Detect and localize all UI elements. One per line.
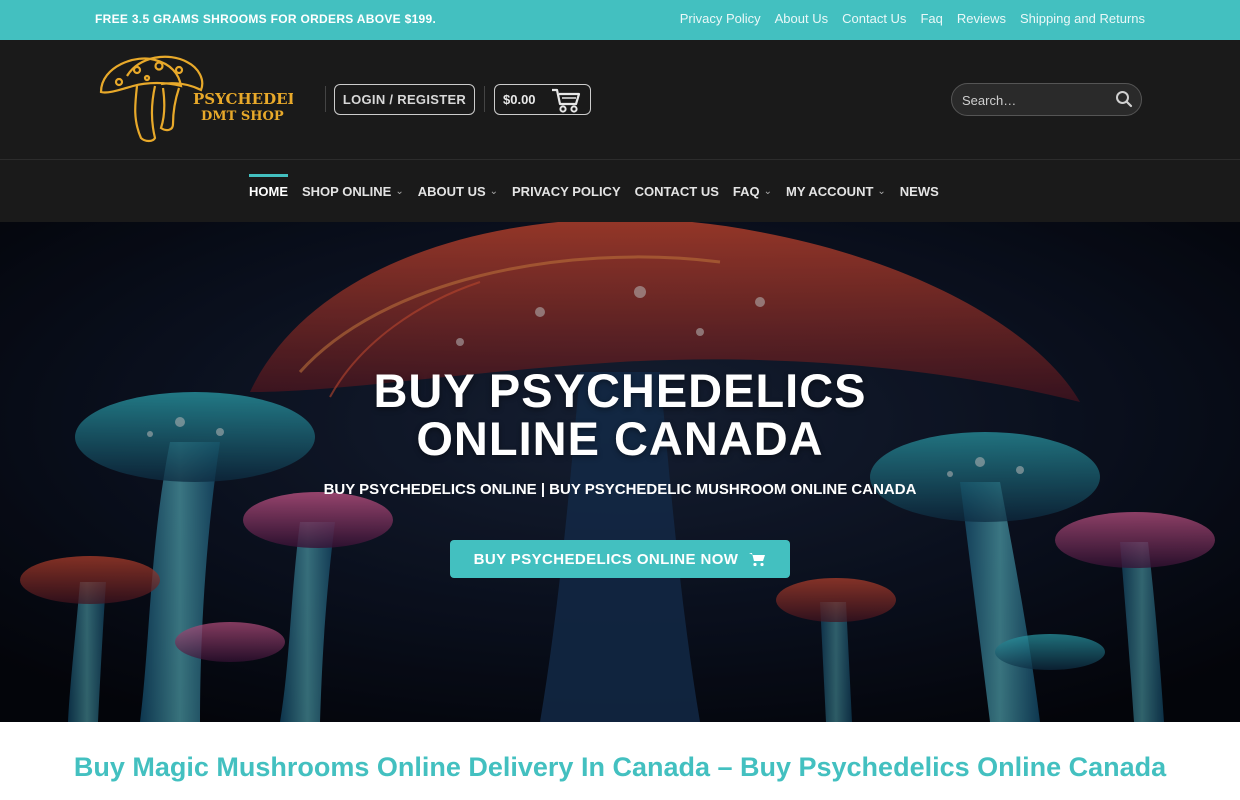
login-register-button[interactable]: LOGIN / REGISTER (334, 84, 475, 115)
hero-title: BUY PSYCHEDELICS ONLINE CANADA (0, 367, 1240, 463)
nav-item-label: ABOUT US (417, 184, 486, 199)
top-link-faq[interactable]: Faq (920, 11, 942, 26)
cart-icon (552, 88, 581, 113)
nav-item-label: FAQ (732, 184, 760, 199)
logo-text-line1: PSYCHEDELIC (193, 90, 293, 108)
top-link-about-us[interactable]: About Us (775, 11, 828, 26)
top-link-shipping-returns[interactable]: Shipping and Returns (1020, 11, 1145, 26)
nav-item-news[interactable]: NEWS (900, 160, 939, 223)
cart-button[interactable]: $0.00 (494, 84, 591, 115)
nav-item-label: PRIVACY POLICY (512, 184, 621, 199)
page-heading: Buy Magic Mushrooms Online Delivery In C… (73, 752, 1167, 782)
top-links: Privacy Policy About Us Contact Us Faq R… (680, 11, 1145, 26)
chevron-down-icon: ⌄ (395, 186, 404, 197)
search-icon[interactable] (1115, 90, 1133, 113)
nav-item-label: SHOP ONLINE (302, 184, 392, 199)
hero-background-image (0, 222, 1240, 722)
buy-now-button[interactable]: BUY PSYCHEDELICS ONLINE NOW (450, 540, 790, 578)
top-link-contact-us[interactable]: Contact Us (842, 11, 906, 26)
main-nav: HOME SHOP ONLINE ⌄ ABOUT US ⌄ PRIVACY POLI… (0, 159, 1240, 222)
buy-now-label: BUY PSYCHEDELICS ONLINE NOW (473, 550, 739, 568)
top-link-reviews[interactable]: Reviews (957, 11, 1006, 26)
cart-total: $0.00 (503, 92, 536, 107)
site-logo[interactable]: PSYCHEDELIC DMT SHOP (97, 52, 317, 146)
nav-item-label: HOME (249, 184, 288, 199)
hero-subtitle: BUY PSYCHEDELICS ONLINE | BUY PSYCHEDELI… (323, 481, 917, 498)
search-box (951, 83, 1142, 116)
chevron-down-icon: ⌄ (763, 186, 773, 197)
site-header: PSYCHEDELIC DMT SHOP LOGIN / REGISTER $0… (0, 40, 1240, 159)
nav-item-privacy-policy[interactable]: PRIVACY POLICY (512, 160, 621, 223)
promo-text: FREE 3.5 GRAMS SHROOMS FOR ORDERS ABOVE … (95, 12, 437, 26)
header-divider (484, 86, 485, 112)
hero-banner: BUY PSYCHEDELICS ONLINE CANADA BUY PSYCH… (0, 222, 1240, 722)
header-divider (325, 86, 326, 112)
nav-item-my-account[interactable]: MY ACCOUNT ⌄ (786, 160, 886, 223)
nav-item-label: NEWS (899, 184, 939, 199)
shopping-cart-icon (749, 553, 766, 567)
nav-item-about-us[interactable]: ABOUT US ⌄ (418, 160, 498, 223)
hero-title-line2: ONLINE CANADA (416, 412, 824, 465)
nav-item-shop-online[interactable]: SHOP ONLINE ⌄ (302, 160, 404, 223)
hero-title-line1: BUY PSYCHEDELICS (373, 364, 867, 417)
nav-item-faq[interactable]: FAQ ⌄ (733, 160, 772, 223)
search-input[interactable] (962, 91, 1112, 109)
top-link-privacy-policy[interactable]: Privacy Policy (680, 11, 761, 26)
nav-item-home[interactable]: HOME (249, 160, 288, 223)
nav-item-label: CONTACT US (634, 184, 719, 199)
nav-item-contact-us[interactable]: CONTACT US (635, 160, 719, 223)
chevron-down-icon: ⌄ (877, 186, 886, 197)
top-bar: FREE 3.5 GRAMS SHROOMS FOR ORDERS ABOVE … (0, 0, 1240, 40)
chevron-down-icon: ⌄ (489, 186, 499, 197)
logo-text-line2: DMT SHOP (201, 109, 284, 124)
nav-item-label: MY ACCOUNT (786, 184, 874, 199)
